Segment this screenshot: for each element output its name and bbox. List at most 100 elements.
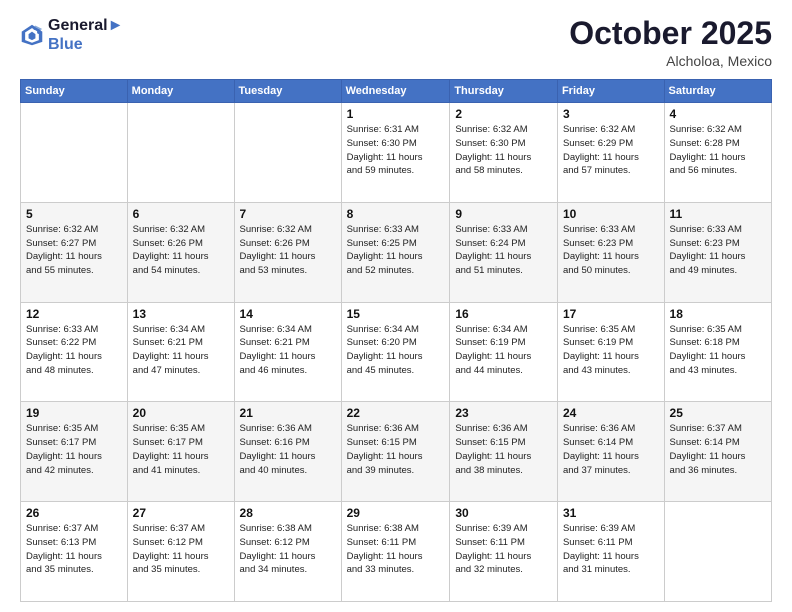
day-number: 14 (240, 307, 336, 321)
day-number: 25 (670, 406, 766, 420)
day-number: 4 (670, 107, 766, 121)
calendar-cell: 24 Sunrise: 6:36 AM Sunset: 6:14 PM Dayli… (557, 402, 664, 502)
day-info: Sunrise: 6:35 AM Sunset: 6:17 PM Dayligh… (133, 422, 229, 477)
calendar-cell: 16 Sunrise: 6:34 AM Sunset: 6:19 PM Dayli… (450, 302, 558, 402)
calendar-cell: 22Sunrise: 6:36 AM Sunset: 6:15 PM Dayli… (341, 402, 450, 502)
day-info: Sunrise: 6:36 AM Sunset: 6:15 PM Dayligh… (455, 422, 552, 477)
calendar-cell: 11Sunrise: 6:33 AM Sunset: 6:23 PM Dayli… (664, 202, 771, 302)
calendar-cell: 27 Sunrise: 6:37 AM Sunset: 6:12 PM Dayli… (127, 502, 234, 602)
day-number: 19 (26, 406, 122, 420)
day-info: Sunrise: 6:33 AM Sunset: 6:24 PM Dayligh… (455, 223, 552, 278)
header-tuesday: Tuesday (234, 80, 341, 103)
calendar-table: Sunday Monday Tuesday Wednesday Thursday… (20, 79, 772, 602)
calendar-cell: 21Sunrise: 6:36 AM Sunset: 6:16 PM Dayli… (234, 402, 341, 502)
calendar-cell (21, 103, 128, 203)
day-info: Sunrise: 6:37 AM Sunset: 6:12 PM Dayligh… (133, 522, 229, 577)
day-number: 9 (455, 207, 552, 221)
calendar-cell: 29 Sunrise: 6:38 AM Sunset: 6:11 PM Dayli… (341, 502, 450, 602)
day-number: 12 (26, 307, 122, 321)
header-wednesday: Wednesday (341, 80, 450, 103)
day-number: 10 (563, 207, 659, 221)
day-number: 13 (133, 307, 229, 321)
header: General► Blue October 2025 Alcholoa, Mex… (20, 16, 772, 69)
calendar-cell: 13 Sunrise: 6:34 AM Sunset: 6:21 PM Dayli… (127, 302, 234, 402)
day-number: 6 (133, 207, 229, 221)
day-info: Sunrise: 6:31 AM Sunset: 6:30 PM Dayligh… (347, 123, 445, 178)
day-info: Sunrise: 6:35 AM Sunset: 6:17 PM Dayligh… (26, 422, 122, 477)
day-number: 29 (347, 506, 445, 520)
day-info: Sunrise: 6:33 AM Sunset: 6:22 PM Dayligh… (26, 323, 122, 378)
calendar-week-4: 26 Sunrise: 6:37 AM Sunset: 6:13 PM Dayli… (21, 502, 772, 602)
day-info: Sunrise: 6:33 AM Sunset: 6:25 PM Dayligh… (347, 223, 445, 278)
day-info: Sunrise: 6:35 AM Sunset: 6:18 PM Dayligh… (670, 323, 766, 378)
day-info: Sunrise: 6:38 AM Sunset: 6:11 PM Dayligh… (347, 522, 445, 577)
day-info: Sunrise: 6:36 AM Sunset: 6:14 PM Dayligh… (563, 422, 659, 477)
calendar-cell: 26 Sunrise: 6:37 AM Sunset: 6:13 PM Dayli… (21, 502, 128, 602)
calendar-cell: 6 Sunrise: 6:32 AM Sunset: 6:26 PM Daylig… (127, 202, 234, 302)
title-section: October 2025 Alcholoa, Mexico (569, 16, 772, 69)
day-number: 26 (26, 506, 122, 520)
day-number: 18 (670, 307, 766, 321)
day-info: Sunrise: 6:32 AM Sunset: 6:27 PM Dayligh… (26, 223, 122, 278)
day-info: Sunrise: 6:34 AM Sunset: 6:21 PM Dayligh… (240, 323, 336, 378)
location: Alcholoa, Mexico (569, 53, 772, 69)
day-info: Sunrise: 6:32 AM Sunset: 6:28 PM Dayligh… (670, 123, 766, 178)
calendar-cell: 7Sunrise: 6:32 AM Sunset: 6:26 PM Daylig… (234, 202, 341, 302)
calendar-cell: 12 Sunrise: 6:33 AM Sunset: 6:22 PM Dayli… (21, 302, 128, 402)
calendar-cell: 20 Sunrise: 6:35 AM Sunset: 6:17 PM Dayli… (127, 402, 234, 502)
logo-icon (20, 23, 44, 47)
day-number: 28 (240, 506, 336, 520)
calendar-cell: 15 Sunrise: 6:34 AM Sunset: 6:20 PM Dayli… (341, 302, 450, 402)
logo: General► Blue (20, 16, 123, 54)
day-number: 3 (563, 107, 659, 121)
day-number: 8 (347, 207, 445, 221)
day-info: Sunrise: 6:39 AM Sunset: 6:11 PM Dayligh… (455, 522, 552, 577)
day-number: 24 (563, 406, 659, 420)
day-info: Sunrise: 6:35 AM Sunset: 6:19 PM Dayligh… (563, 323, 659, 378)
day-info: Sunrise: 6:32 AM Sunset: 6:26 PM Dayligh… (240, 223, 336, 278)
calendar-cell: 19 Sunrise: 6:35 AM Sunset: 6:17 PM Dayli… (21, 402, 128, 502)
day-number: 23 (455, 406, 552, 420)
calendar-cell: 8 Sunrise: 6:33 AM Sunset: 6:25 PM Daylig… (341, 202, 450, 302)
calendar-cell: 31 Sunrise: 6:39 AM Sunset: 6:11 PM Dayli… (557, 502, 664, 602)
calendar-cell: 25 Sunrise: 6:37 AM Sunset: 6:14 PM Dayli… (664, 402, 771, 502)
day-number: 2 (455, 107, 552, 121)
day-info: Sunrise: 6:34 AM Sunset: 6:20 PM Dayligh… (347, 323, 445, 378)
day-number: 20 (133, 406, 229, 420)
day-info: Sunrise: 6:38 AM Sunset: 6:12 PM Dayligh… (240, 522, 336, 577)
day-number: 22 (347, 406, 445, 420)
header-friday: Friday (557, 80, 664, 103)
header-sunday: Sunday (21, 80, 128, 103)
calendar-cell (664, 502, 771, 602)
calendar-cell: 14 Sunrise: 6:34 AM Sunset: 6:21 PM Dayli… (234, 302, 341, 402)
calendar-cell: 10Sunrise: 6:33 AM Sunset: 6:23 PM Dayli… (557, 202, 664, 302)
day-number: 31 (563, 506, 659, 520)
day-info: Sunrise: 6:34 AM Sunset: 6:19 PM Dayligh… (455, 323, 552, 378)
page: General► Blue October 2025 Alcholoa, Mex… (0, 0, 792, 612)
day-number: 27 (133, 506, 229, 520)
month-title: October 2025 (569, 16, 772, 51)
calendar-cell (127, 103, 234, 203)
header-monday: Monday (127, 80, 234, 103)
calendar-cell: 30Sunrise: 6:39 AM Sunset: 6:11 PM Dayli… (450, 502, 558, 602)
header-thursday: Thursday (450, 80, 558, 103)
calendar-cell: 17Sunrise: 6:35 AM Sunset: 6:19 PM Dayli… (557, 302, 664, 402)
weekday-row: Sunday Monday Tuesday Wednesday Thursday… (21, 80, 772, 103)
day-number: 21 (240, 406, 336, 420)
calendar-week-3: 19 Sunrise: 6:35 AM Sunset: 6:17 PM Dayli… (21, 402, 772, 502)
calendar-week-1: 5Sunrise: 6:32 AM Sunset: 6:27 PM Daylig… (21, 202, 772, 302)
day-info: Sunrise: 6:33 AM Sunset: 6:23 PM Dayligh… (670, 223, 766, 278)
calendar-cell: 2Sunrise: 6:32 AM Sunset: 6:30 PM Daylig… (450, 103, 558, 203)
day-info: Sunrise: 6:34 AM Sunset: 6:21 PM Dayligh… (133, 323, 229, 378)
calendar-cell: 5Sunrise: 6:32 AM Sunset: 6:27 PM Daylig… (21, 202, 128, 302)
calendar-cell: 18 Sunrise: 6:35 AM Sunset: 6:18 PM Dayli… (664, 302, 771, 402)
day-info: Sunrise: 6:32 AM Sunset: 6:26 PM Dayligh… (133, 223, 229, 278)
header-saturday: Saturday (664, 80, 771, 103)
day-number: 15 (347, 307, 445, 321)
day-info: Sunrise: 6:37 AM Sunset: 6:14 PM Dayligh… (670, 422, 766, 477)
day-number: 16 (455, 307, 552, 321)
day-info: Sunrise: 6:39 AM Sunset: 6:11 PM Dayligh… (563, 522, 659, 577)
calendar-body: 1Sunrise: 6:31 AM Sunset: 6:30 PM Daylig… (21, 103, 772, 602)
day-info: Sunrise: 6:37 AM Sunset: 6:13 PM Dayligh… (26, 522, 122, 577)
calendar-cell: 4 Sunrise: 6:32 AM Sunset: 6:28 PM Daylig… (664, 103, 771, 203)
